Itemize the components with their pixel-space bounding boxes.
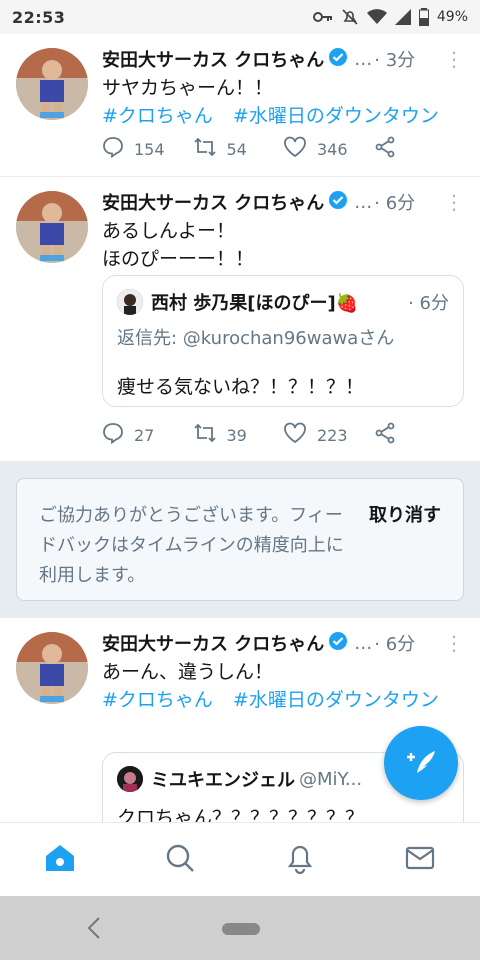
more-options-icon[interactable]: ⋮ xyxy=(444,190,464,214)
tweet-header: 安田大サーカス クロちゃん … · 6分 ⋮ xyxy=(102,628,464,658)
back-icon[interactable] xyxy=(84,914,104,946)
quote-author-name: ミユキエンジェル xyxy=(151,770,295,791)
tweet-hashtags: #クロちゃん #水曜日のダウンタウン xyxy=(102,686,464,714)
verified-icon xyxy=(324,190,348,215)
quote-avatar xyxy=(117,289,143,315)
hashtag-link[interactable]: #クロちゃん xyxy=(102,689,213,711)
tweet-header: 安田大サーカス クロちゃん … · 3分 ⋮ xyxy=(102,44,464,74)
retweet-count: 39 xyxy=(226,425,247,445)
more-options-icon[interactable]: ⋮ xyxy=(444,47,464,71)
notifications-icon xyxy=(286,842,314,878)
share-button[interactable] xyxy=(374,422,465,448)
tab-messages[interactable] xyxy=(390,830,450,890)
quote-author-handle: @MiY... xyxy=(299,768,363,790)
tweet-actions: 27 39 223 xyxy=(102,420,464,450)
retweet-button[interactable]: 54 xyxy=(193,136,284,162)
search-icon xyxy=(165,843,195,877)
messages-icon xyxy=(405,846,435,874)
tweet-header: 安田大サーカス クロちゃん … · 6分 ⋮ xyxy=(102,187,464,217)
compose-tweet-icon xyxy=(403,743,439,783)
tweet-actions: 154 54 346 xyxy=(102,134,464,164)
battery-icon xyxy=(418,8,429,26)
tweet-time: · 6分 xyxy=(374,634,416,655)
quote-time: · 6分 xyxy=(408,293,449,314)
retweet-icon xyxy=(193,422,227,448)
share-icon xyxy=(374,422,406,448)
tweet[interactable]: 安田大サーカス クロちゃん … · 6分 ⋮ あるしんよー！ ほのぴーーー！！ … xyxy=(0,177,480,461)
avatar[interactable] xyxy=(16,632,88,704)
quote-avatar xyxy=(117,766,143,792)
retweet-icon xyxy=(193,136,227,162)
reply-button[interactable]: 27 xyxy=(102,422,193,448)
hashtag-link[interactable]: #水曜日のダウンタウン xyxy=(233,105,439,127)
reply-to-text: 返信先: @kurochan96wawaさん xyxy=(117,328,395,349)
heart-icon xyxy=(283,422,317,448)
heart-icon xyxy=(283,136,317,162)
compose-tweet-button[interactable] xyxy=(384,726,458,800)
tweet-time: · 3分 xyxy=(374,50,416,71)
status-icons: 49% xyxy=(312,8,468,26)
more-options-icon[interactable]: ⋮ xyxy=(444,631,464,655)
mute-icon xyxy=(341,8,359,26)
undo-button[interactable]: 取り消す xyxy=(369,501,441,578)
reply-button[interactable]: 154 xyxy=(102,136,193,162)
avatar[interactable] xyxy=(16,48,88,120)
author-name[interactable]: 安田大サーカス クロちゃん xyxy=(102,189,324,215)
share-icon xyxy=(374,136,406,162)
hashtag-link[interactable]: #水曜日のダウンタウン xyxy=(233,689,439,711)
feedback-section: ご協力ありがとうございます。フィードバックはタイムラインの精度向上に利用します。… xyxy=(0,461,480,618)
home-pill[interactable] xyxy=(222,923,260,935)
signal-icon xyxy=(394,9,411,25)
share-button[interactable] xyxy=(374,136,465,162)
quoted-tweet[interactable]: 西村 歩乃果[ほのぴー]🍓 · 6分 返信先: @kurochan96wawaさ… xyxy=(102,275,464,407)
like-button[interactable]: 346 xyxy=(283,136,374,162)
tweet-text: サヤカちゃーん！！ xyxy=(102,77,274,99)
system-nav-bar xyxy=(0,896,480,960)
tweet-text-line: あるしんよー！ xyxy=(102,220,236,242)
home-icon xyxy=(44,843,76,877)
hashtag-link[interactable]: #クロちゃん xyxy=(102,105,213,127)
bottom-tab-bar xyxy=(0,822,480,896)
author-handle: … xyxy=(354,191,373,213)
key-icon xyxy=(312,10,333,24)
author-name[interactable]: 安田大サーカス クロちゃん xyxy=(102,630,324,656)
reply-icon xyxy=(102,422,134,448)
like-count: 223 xyxy=(317,425,348,445)
verified-icon xyxy=(324,631,348,656)
tab-home[interactable] xyxy=(30,830,90,890)
tweet-time: · 6分 xyxy=(374,193,416,214)
timeline[interactable]: 安田大サーカス クロちゃん … · 3分 ⋮ サヤカちゃーん！！ #クロちゃん #… xyxy=(0,34,480,822)
author-name[interactable]: 安田大サーカス クロちゃん xyxy=(102,46,324,72)
retweet-count: 54 xyxy=(226,139,247,159)
reply-count: 154 xyxy=(134,139,165,159)
retweet-button[interactable]: 39 xyxy=(193,422,284,448)
author-handle: … xyxy=(354,48,373,70)
status-bar: 22:53 49% xyxy=(0,0,480,34)
tweet-hashtags: #クロちゃん #水曜日のダウンタウン xyxy=(102,102,464,130)
reply-icon xyxy=(102,136,134,162)
feedback-text: ご協力ありがとうございます。フィードバックはタイムラインの精度向上に利用します。 xyxy=(39,505,344,586)
quote-header: 西村 歩乃果[ほのぴー]🍓 · 6分 xyxy=(117,288,449,316)
like-button[interactable]: 223 xyxy=(283,422,374,448)
battery-level: 49% xyxy=(436,9,468,25)
avatar[interactable] xyxy=(16,191,88,263)
author-handle: … xyxy=(354,632,373,654)
tweet-text-line: ほのぴーーー！！ xyxy=(102,248,255,270)
tweet[interactable]: 安田大サーカス クロちゃん … · 3分 ⋮ サヤカちゃーん！！ #クロちゃん #… xyxy=(0,34,480,176)
wifi-icon xyxy=(366,9,387,25)
like-count: 346 xyxy=(317,139,348,159)
tab-notifications[interactable] xyxy=(270,830,330,890)
tab-search[interactable] xyxy=(150,830,210,890)
verified-icon xyxy=(324,47,348,72)
reply-count: 27 xyxy=(134,425,155,445)
tweet-text: あーん、違うしん！ xyxy=(102,661,274,683)
status-time: 22:53 xyxy=(12,7,66,27)
quote-author-name: 西村 歩乃果[ほのぴー]🍓 xyxy=(151,293,359,314)
quote-text: クロちゃん？？？？？？？？ xyxy=(117,807,365,822)
feedback-card: ご協力ありがとうございます。フィードバックはタイムラインの精度向上に利用します。… xyxy=(16,478,464,601)
quote-text: 痩せる気ないね？！？！？！ xyxy=(117,376,365,398)
